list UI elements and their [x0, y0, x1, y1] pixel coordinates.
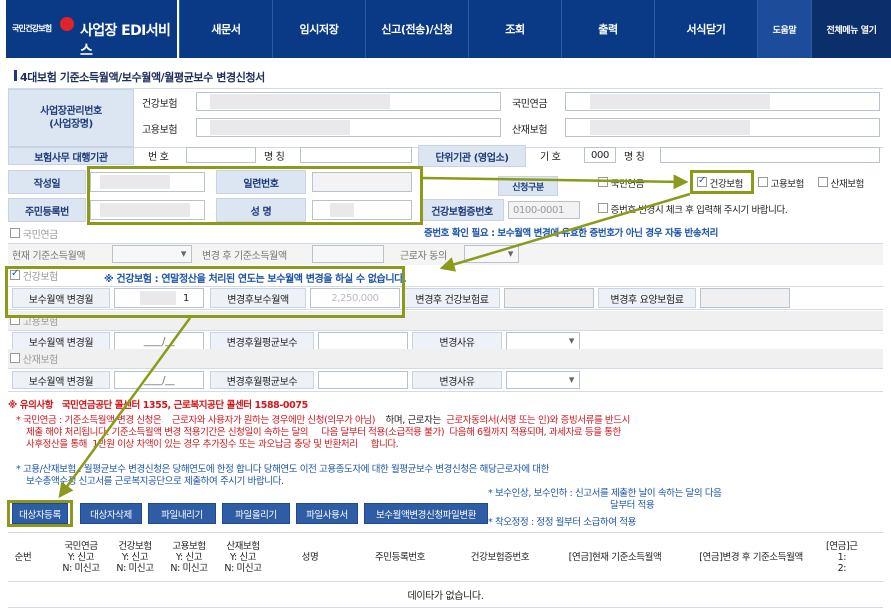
edi-app: 국민건강보험 사업장 EDI서비스 새문서 임시저장 신고(전송)/신청 조회 … [0, 0, 891, 614]
arrow-to-register [58, 317, 192, 499]
arrow-to-health-option [422, 174, 689, 190]
arrow-to-health-section [439, 192, 691, 272]
annotation-arrows [58, 174, 691, 499]
